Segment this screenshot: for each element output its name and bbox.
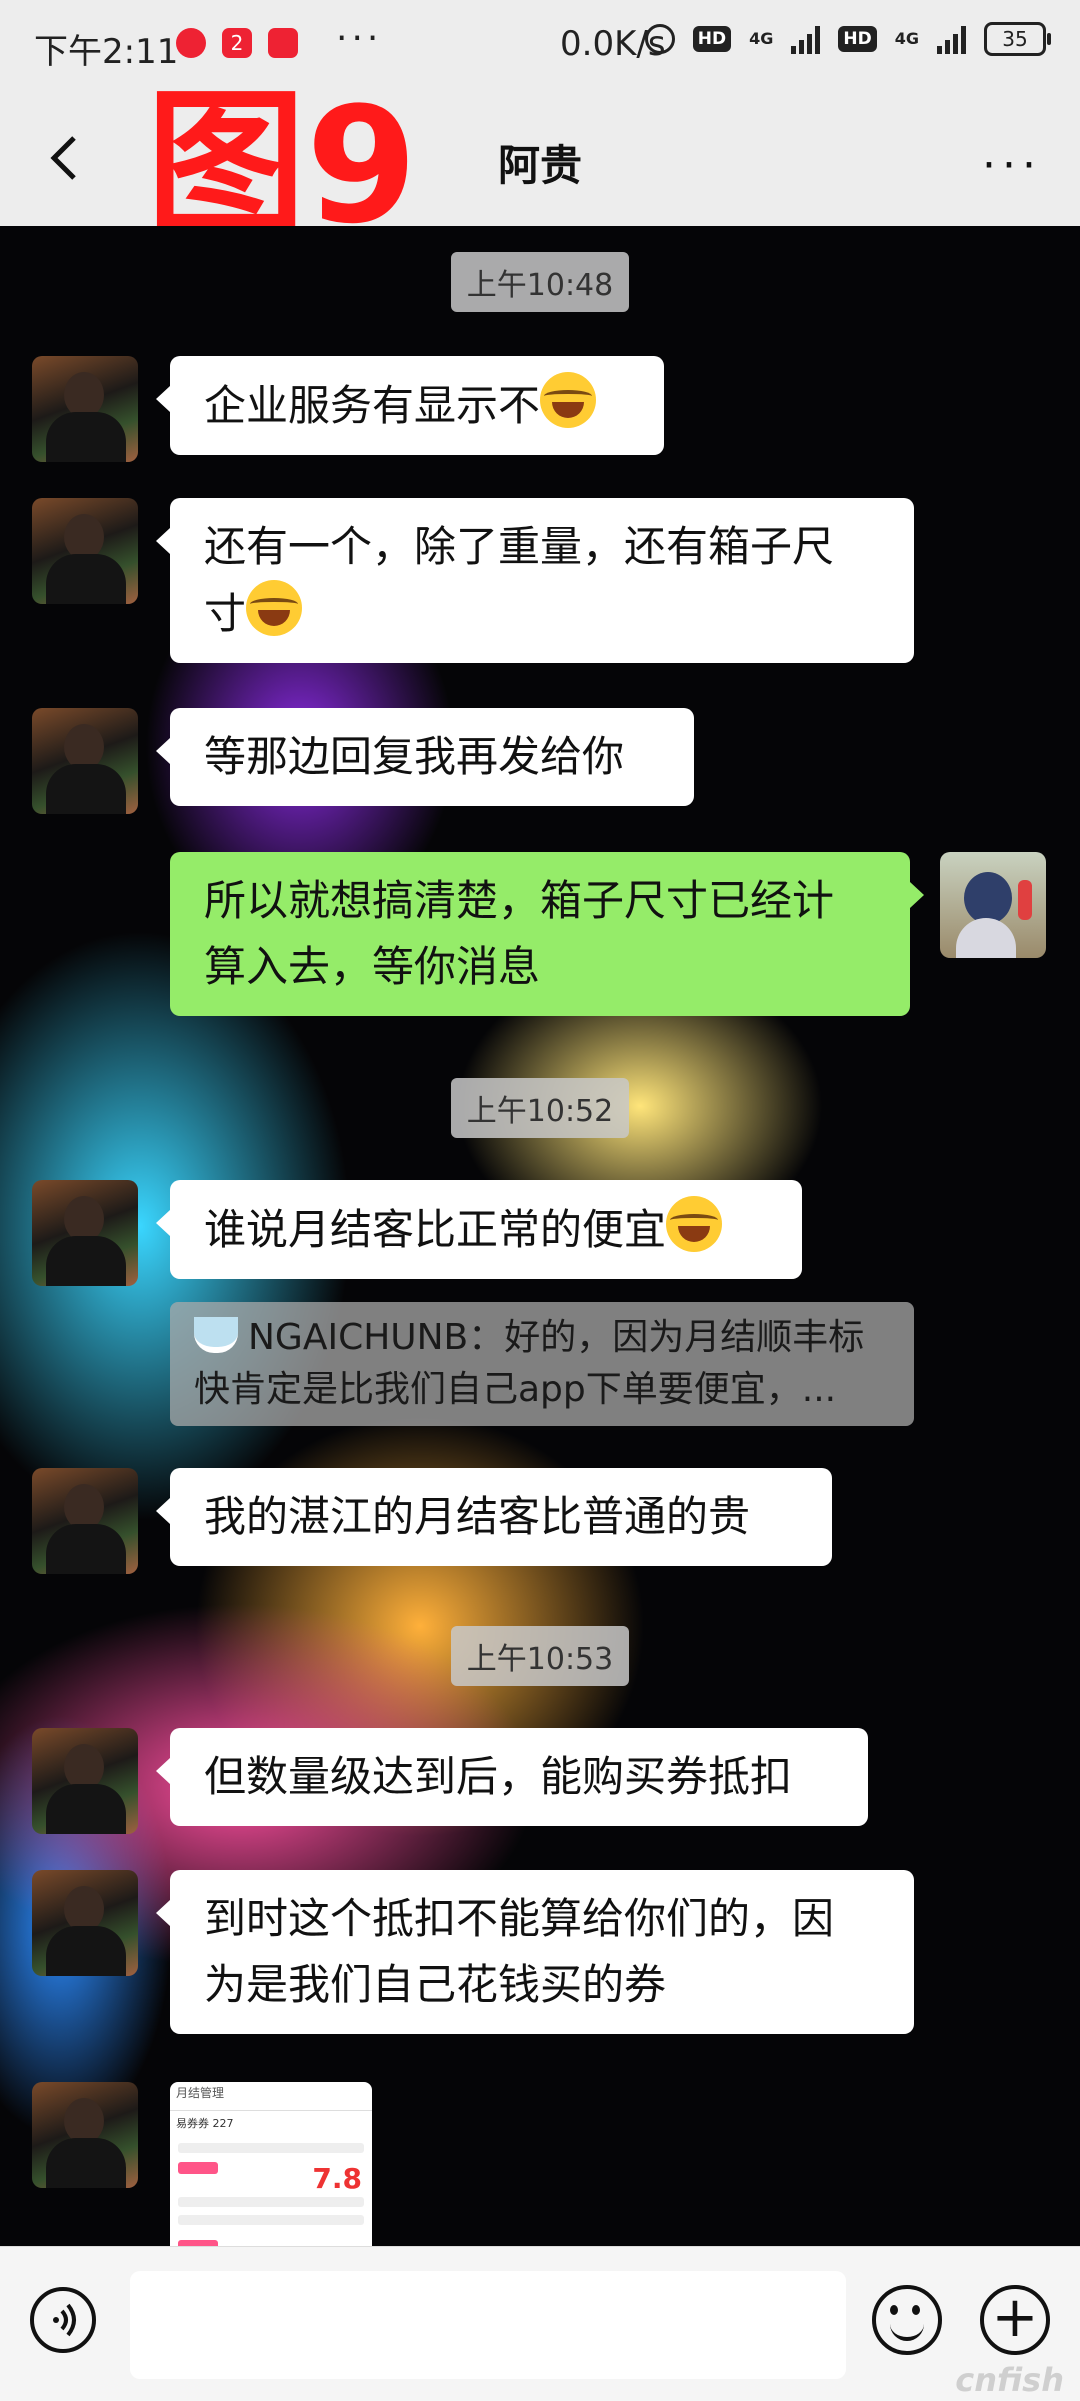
message-bubble[interactable]: 到时这个抵扣不能算给你们的，因 为是我们自己花钱买的券 (156, 1870, 914, 2034)
input-bar: + cnfish (0, 2246, 1080, 2401)
my-message-bubble[interactable]: 所以就想搞清楚，箱子尺寸已经计 算入去，等你消息 (170, 852, 924, 1016)
timestamp: 上午10:52 (0, 1078, 1080, 1138)
timestamp: 上午10:53 (0, 1626, 1080, 1686)
contact-avatar[interactable] (32, 1870, 138, 1976)
network-type-2: 4G (894, 29, 919, 48)
my-avatar[interactable] (940, 852, 1046, 958)
message-input[interactable] (130, 2271, 846, 2379)
chat-header: 图9 阿贵 ··· (0, 72, 1080, 259)
tears-of-joy-emoji-icon (666, 1196, 723, 1252)
timestamp: 上午10:48 (0, 252, 1080, 312)
badge-app-icon: 2 (222, 28, 252, 58)
hd-badge: HD (692, 26, 732, 52)
signal-icon (791, 24, 821, 54)
image-title: 月结管理 (170, 2082, 372, 2111)
mountain-app-icon (268, 28, 298, 58)
voice-input-icon[interactable] (30, 2287, 96, 2353)
hd-badge-2: HD (838, 26, 877, 52)
message-bubble[interactable]: 企业服务有显示不 (156, 356, 664, 455)
contact-avatar[interactable] (32, 356, 138, 462)
site-watermark: cnfish (955, 2361, 1064, 2399)
contact-avatar[interactable] (32, 708, 138, 814)
contact-avatar[interactable] (32, 1468, 138, 1574)
more-actions-plus-icon[interactable]: + (980, 2285, 1050, 2355)
battery-icon: 35 (984, 22, 1051, 56)
message-bubble[interactable]: 等那边回复我再发给你 (156, 708, 694, 806)
image-count-label: 易券券 227 (176, 2117, 234, 2130)
chat-title: 阿贵 (497, 141, 582, 190)
signal-icon-2 (937, 24, 966, 54)
message-bubble[interactable]: 我的湛江的月结客比普通的贵 (156, 1468, 832, 1566)
notification-icons: 2 (176, 28, 298, 58)
netease-music-icon (176, 28, 206, 58)
chat-area[interactable]: 上午10:48 企业服务有显示不 还有一个，除了重量，还有箱子尺 寸 等那边回复… (0, 226, 1080, 2246)
tears-of-joy-emoji-icon (246, 580, 303, 636)
more-notifications-icon: ··· (336, 18, 383, 59)
image-price: 7.8 (312, 2162, 362, 2195)
quoted-message[interactable]: NGAICHUNB：好的，因为月结顺丰标 快肯定是比我们自己app下单要便宜，.… (170, 1302, 914, 1426)
image-message[interactable]: 月结管理 易券券 227 7.8 (170, 2082, 372, 2246)
message-bubble[interactable]: 谁说月结客比正常的便宜 (156, 1180, 802, 1279)
alarm-icon (644, 24, 675, 54)
tears-of-joy-emoji-icon (540, 372, 597, 428)
contact-avatar[interactable] (32, 1180, 138, 1286)
message-bubble[interactable]: 还有一个，除了重量，还有箱子尺 寸 (156, 498, 914, 663)
contact-avatar[interactable] (32, 1728, 138, 1834)
contact-avatar[interactable] (32, 498, 138, 604)
more-options-icon[interactable]: ··· (982, 140, 1042, 191)
network-type: 4G (749, 29, 774, 48)
contact-avatar[interactable] (32, 2082, 138, 2188)
message-bubble[interactable]: 但数量级达到后，能购买券抵扣 (156, 1728, 868, 1826)
bathtub-icon (194, 1317, 238, 1353)
emoji-picker-icon[interactable] (872, 2285, 942, 2355)
